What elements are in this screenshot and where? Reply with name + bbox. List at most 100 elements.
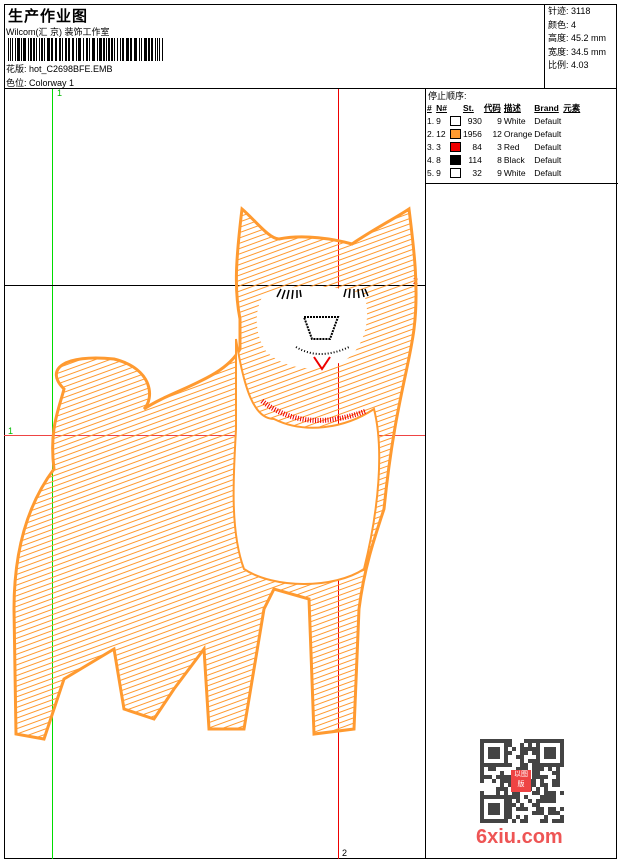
barcode-bar: [55, 38, 57, 61]
color-code: 3: [497, 141, 502, 152]
qr-module: [488, 819, 492, 823]
qr-module: [504, 751, 508, 755]
qr-module: [508, 743, 512, 747]
column-header: #: [427, 102, 432, 113]
qr-module: [504, 747, 508, 751]
barcode-bar: [105, 38, 107, 61]
color-description: Orange: [503, 128, 533, 139]
qr-module: [504, 807, 508, 811]
qr-module: [492, 803, 496, 807]
row-index: 3.: [427, 141, 435, 152]
barcode-bar: [72, 38, 74, 61]
qr-module: [480, 743, 484, 747]
barcode-bar: [129, 38, 133, 61]
qr-module: [492, 763, 496, 767]
design-height: 高度: 45.2 mm: [548, 33, 607, 43]
barcode-bar: [17, 38, 20, 61]
qr-module: [524, 819, 528, 823]
qr-module: [480, 815, 484, 819]
qr-module: [520, 819, 524, 823]
qr-module: [560, 755, 564, 759]
qr-module: [500, 783, 504, 787]
qr-module: [508, 799, 512, 803]
qr-module: [488, 747, 492, 751]
barcode-bar: [141, 38, 143, 61]
qr-module: [484, 763, 488, 767]
qr-module: [560, 747, 564, 751]
divider: [426, 183, 618, 184]
qr-module: [548, 807, 552, 811]
qr-module: [480, 807, 484, 811]
qr-module: [544, 739, 548, 743]
qr-module: [516, 795, 520, 799]
qr-module: [544, 815, 548, 819]
element-cell: [563, 153, 583, 166]
qr-module: [492, 739, 496, 743]
qr-module: [496, 755, 500, 759]
qr-module: [496, 795, 500, 799]
qr-module: [524, 763, 528, 767]
qr-module: [528, 799, 532, 803]
qr-module: [504, 743, 508, 747]
column-header: 元素: [563, 102, 581, 113]
qr-module: [484, 795, 488, 799]
barcode-bar: [75, 38, 77, 61]
qr-module: [480, 791, 484, 795]
qr-module: [492, 747, 496, 751]
qr-module: [504, 763, 508, 767]
qr-module: [552, 795, 556, 799]
barcode-bar: [117, 38, 119, 61]
color-description: Red: [503, 141, 520, 152]
qr-module: [552, 807, 556, 811]
barcode-bar: [47, 38, 50, 61]
barcode-bar: [62, 38, 64, 61]
qr-module: [560, 763, 564, 767]
color-description: White: [503, 167, 526, 178]
qr-module: [540, 763, 544, 767]
needle-number: 9: [436, 115, 441, 126]
qr-module: [516, 755, 520, 759]
qr-module: [516, 815, 520, 819]
qr-module: [508, 763, 512, 767]
table-row: 1. 9 930 9 White Default: [427, 114, 583, 127]
barcode-bar: [50, 38, 54, 61]
qr-module: [532, 751, 536, 755]
qr-module: [520, 807, 524, 811]
qr-module: [544, 783, 548, 787]
qr-module: [532, 803, 536, 807]
qr-module: [520, 747, 524, 751]
qr-module: [480, 755, 484, 759]
qr-module: [488, 807, 492, 811]
barcode-bar: [65, 38, 67, 61]
qr-module: [532, 779, 536, 783]
color-swatch: [449, 127, 463, 140]
qr-module: [484, 739, 488, 743]
qr-module: [552, 755, 556, 759]
qr-module: [496, 739, 500, 743]
row-index: 2.: [427, 128, 435, 139]
row-index: 5.: [427, 167, 435, 178]
barcode-bar: [134, 38, 137, 61]
qr-module: [488, 803, 492, 807]
qr-module: [512, 803, 516, 807]
qr-module: [492, 779, 496, 783]
qr-module: [528, 747, 532, 751]
color-description: White: [503, 115, 526, 126]
qr-module: [548, 799, 552, 803]
qr-module: [540, 739, 544, 743]
qr-module: [520, 743, 524, 747]
qr-module: [544, 819, 548, 823]
qr-module: [556, 779, 560, 783]
barcode-bar: [33, 38, 36, 61]
stitch-count: 930: [467, 115, 482, 126]
qr-module: [492, 795, 496, 799]
stitch-count: 针迹: 3118: [548, 6, 591, 16]
qr-module: [544, 775, 548, 779]
barcode-bar: [9, 38, 12, 61]
qr-module: [496, 807, 500, 811]
barcode-bar: [88, 38, 91, 61]
qr-module: [500, 819, 504, 823]
qr-module: [536, 759, 540, 763]
qr-module: [520, 755, 524, 759]
qr-module: [520, 751, 524, 755]
